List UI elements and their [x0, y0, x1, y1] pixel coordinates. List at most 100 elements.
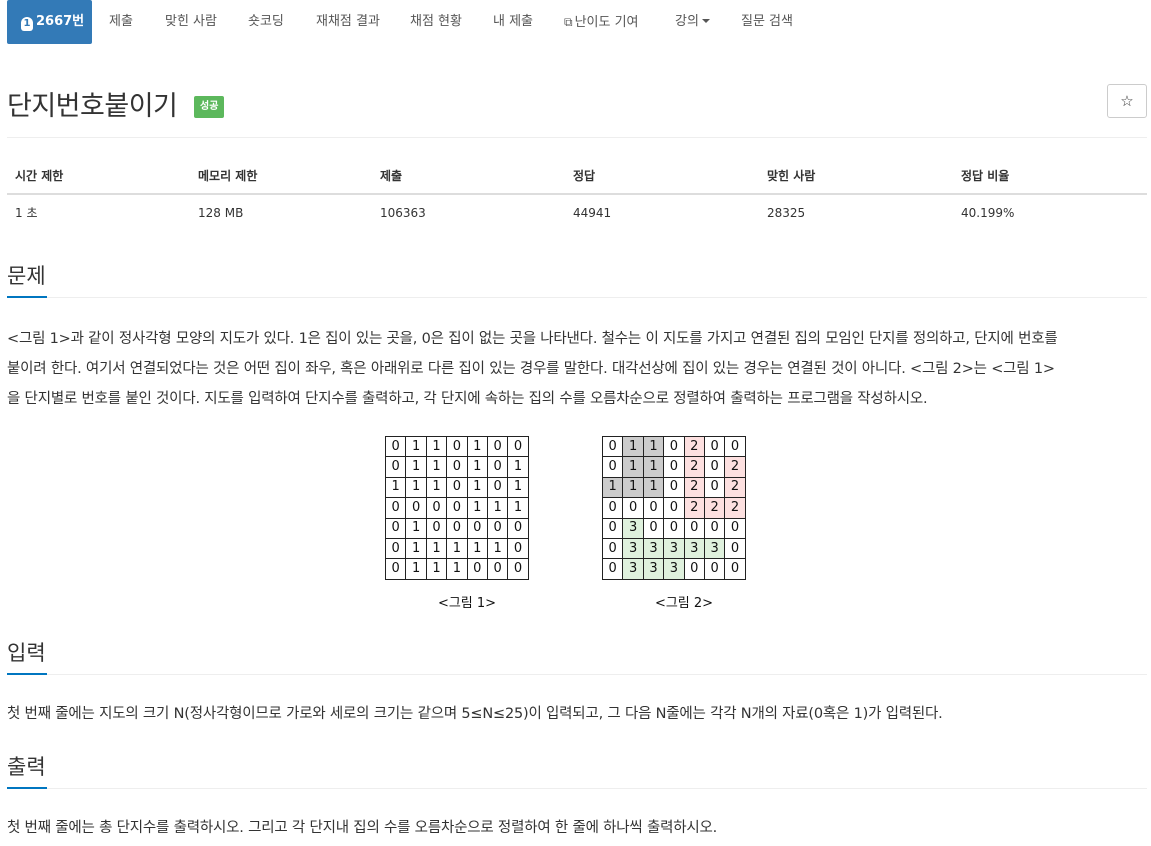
grid-cell: 1: [466, 456, 488, 478]
tab-problem[interactable]: 1 2667번: [7, 0, 92, 44]
tab-short-coding[interactable]: 숏코딩: [248, 0, 284, 44]
grid-cell: 0: [446, 497, 468, 519]
grid-cell: 0: [384, 558, 407, 580]
external-link-icon: ⧉: [564, 15, 573, 29]
figure-2-caption: <그림 2>: [654, 596, 714, 611]
grid-cell: 0: [384, 497, 407, 519]
grid-row: 0111000: [384, 558, 529, 580]
grid-cell: 0: [486, 558, 509, 580]
grid-cell: 0: [642, 497, 665, 519]
grid-cell: 0: [446, 456, 468, 478]
grid-cell: 1: [622, 476, 644, 499]
grid-cell: 3: [622, 537, 644, 560]
grid-cell: 0: [384, 456, 407, 478]
section-underline: [7, 787, 47, 789]
grid-cell: 0: [601, 558, 624, 580]
section-rule: [7, 297, 1147, 298]
grid-cell: 1: [405, 476, 427, 499]
grid-cell: 0: [703, 476, 726, 499]
tab-my-submissions[interactable]: 내 제출: [493, 0, 533, 44]
grid-cell: 0: [384, 537, 407, 560]
tab-submit[interactable]: 제출: [109, 0, 133, 44]
grid-cell: 0: [601, 497, 624, 519]
tab-question-search[interactable]: 질문 검색: [741, 0, 793, 44]
section-underline: [7, 296, 47, 298]
problem-description: <그림 1>과 같이 정사각형 모양의 지도가 있다. 1은 집이 있는 곳을,…: [7, 324, 1149, 414]
tab-difficulty[interactable]: ⧉ 난이도 기여: [564, 0, 639, 44]
tab-lectures-label: 강의: [675, 14, 699, 29]
header-time-limit: 시간 제한: [7, 158, 190, 195]
cell-submissions: 106363: [380, 205, 426, 220]
description-line: 을 단지별로 번호를 붙인 것이다. 지도를 입력하여 단지수를 출력하고, 각…: [7, 391, 928, 407]
grid-cell: 1: [507, 497, 529, 519]
grid-cell: 0: [724, 537, 746, 560]
grid-cell: 1: [405, 517, 427, 539]
grid-cell: 0: [486, 476, 509, 499]
grid-cell: 1: [446, 558, 468, 580]
tab-status[interactable]: 채점 현황: [410, 0, 462, 44]
grid-cell: 3: [663, 537, 685, 560]
caret-down-icon: [701, 19, 710, 23]
grid-cell: 1: [642, 456, 665, 478]
grid-row: 0000222: [601, 497, 746, 519]
grid-cell: 1: [425, 476, 448, 499]
header-solved-users: 맞힌 사람: [759, 158, 953, 195]
grid-cell: 0: [703, 558, 726, 580]
grid-cell: 0: [663, 476, 685, 499]
star-button[interactable]: ☆: [1107, 84, 1147, 118]
problem-nav: 1 2667번 제출 맞힌 사람 숏코딩 재채점 결과 채점 현황 내 제출 ⧉ 난…: [0, 0, 1151, 46]
grid-cell: 0: [486, 435, 509, 458]
header-memory-limit: 메모리 제한: [190, 158, 372, 195]
header-accepted: 정답: [565, 158, 759, 195]
grid-cell: 2: [683, 497, 705, 519]
grid-row: 1110101: [384, 476, 529, 499]
grid-cell: 1: [425, 435, 448, 458]
grid-cell: 2: [724, 497, 746, 519]
grid-cell: 1: [425, 558, 448, 580]
grid-cell: 2: [724, 456, 746, 478]
grid-cell: 0: [663, 517, 685, 539]
grid-cell: 0: [446, 476, 468, 499]
tab-lectures[interactable]: 강의: [675, 0, 710, 44]
grid-cell: 0: [663, 456, 685, 478]
header-submissions: 제출: [372, 158, 565, 195]
grid-row: 0110101: [384, 456, 529, 478]
cell-solved-users: 28325: [767, 205, 806, 220]
grid-cell: 0: [466, 517, 488, 539]
grid-cell: 0: [703, 517, 726, 539]
grid-cell: 1: [384, 476, 407, 499]
section-rule: [7, 788, 1147, 789]
grid-cell: 0: [622, 497, 644, 519]
header-ratio: 정답 비율: [953, 158, 1147, 195]
grid-cell: 2: [683, 435, 705, 458]
grid-row: 0000111: [384, 497, 529, 519]
title-divider: [7, 137, 1147, 138]
grid-row: 0110202: [601, 456, 746, 478]
grid-cell: 1: [405, 456, 427, 478]
grid-row: 0333000: [601, 558, 746, 580]
grid-cell: 0: [446, 435, 468, 458]
grid-row: 1110202: [601, 476, 746, 499]
grid-cell: 1: [466, 435, 488, 458]
problem-title: 단지번호붙이기: [7, 91, 178, 122]
grid-cell: 2: [724, 476, 746, 499]
grid-cell: 1: [642, 435, 665, 458]
section-heading-output: 출력: [7, 755, 46, 779]
grid-cell: 0: [486, 456, 509, 478]
grid-cell: 0: [507, 537, 529, 560]
tier-badge-icon: 1: [21, 17, 33, 31]
tab-solved-users[interactable]: 맞힌 사람: [165, 0, 217, 44]
grid-cell: 3: [642, 558, 665, 580]
tab-rejudge[interactable]: 재채점 결과: [316, 0, 380, 44]
section-heading-problem: 문제: [7, 264, 46, 288]
grid-cell: 0: [642, 517, 665, 539]
grid-cell: 0: [601, 537, 624, 560]
grid-cell: 2: [683, 476, 705, 499]
grid-cell: 1: [622, 456, 644, 478]
grid-row: 0333330: [601, 537, 746, 560]
problem-info-table: 시간 제한 메모리 제한 제출 정답 맞힌 사람 정답 비율 1 초 128 M…: [7, 158, 1147, 230]
grid-cell: 0: [507, 558, 529, 580]
section-rule: [7, 674, 1147, 675]
grid-cell: 0: [601, 456, 624, 478]
cell-accepted: 44941: [573, 205, 612, 220]
